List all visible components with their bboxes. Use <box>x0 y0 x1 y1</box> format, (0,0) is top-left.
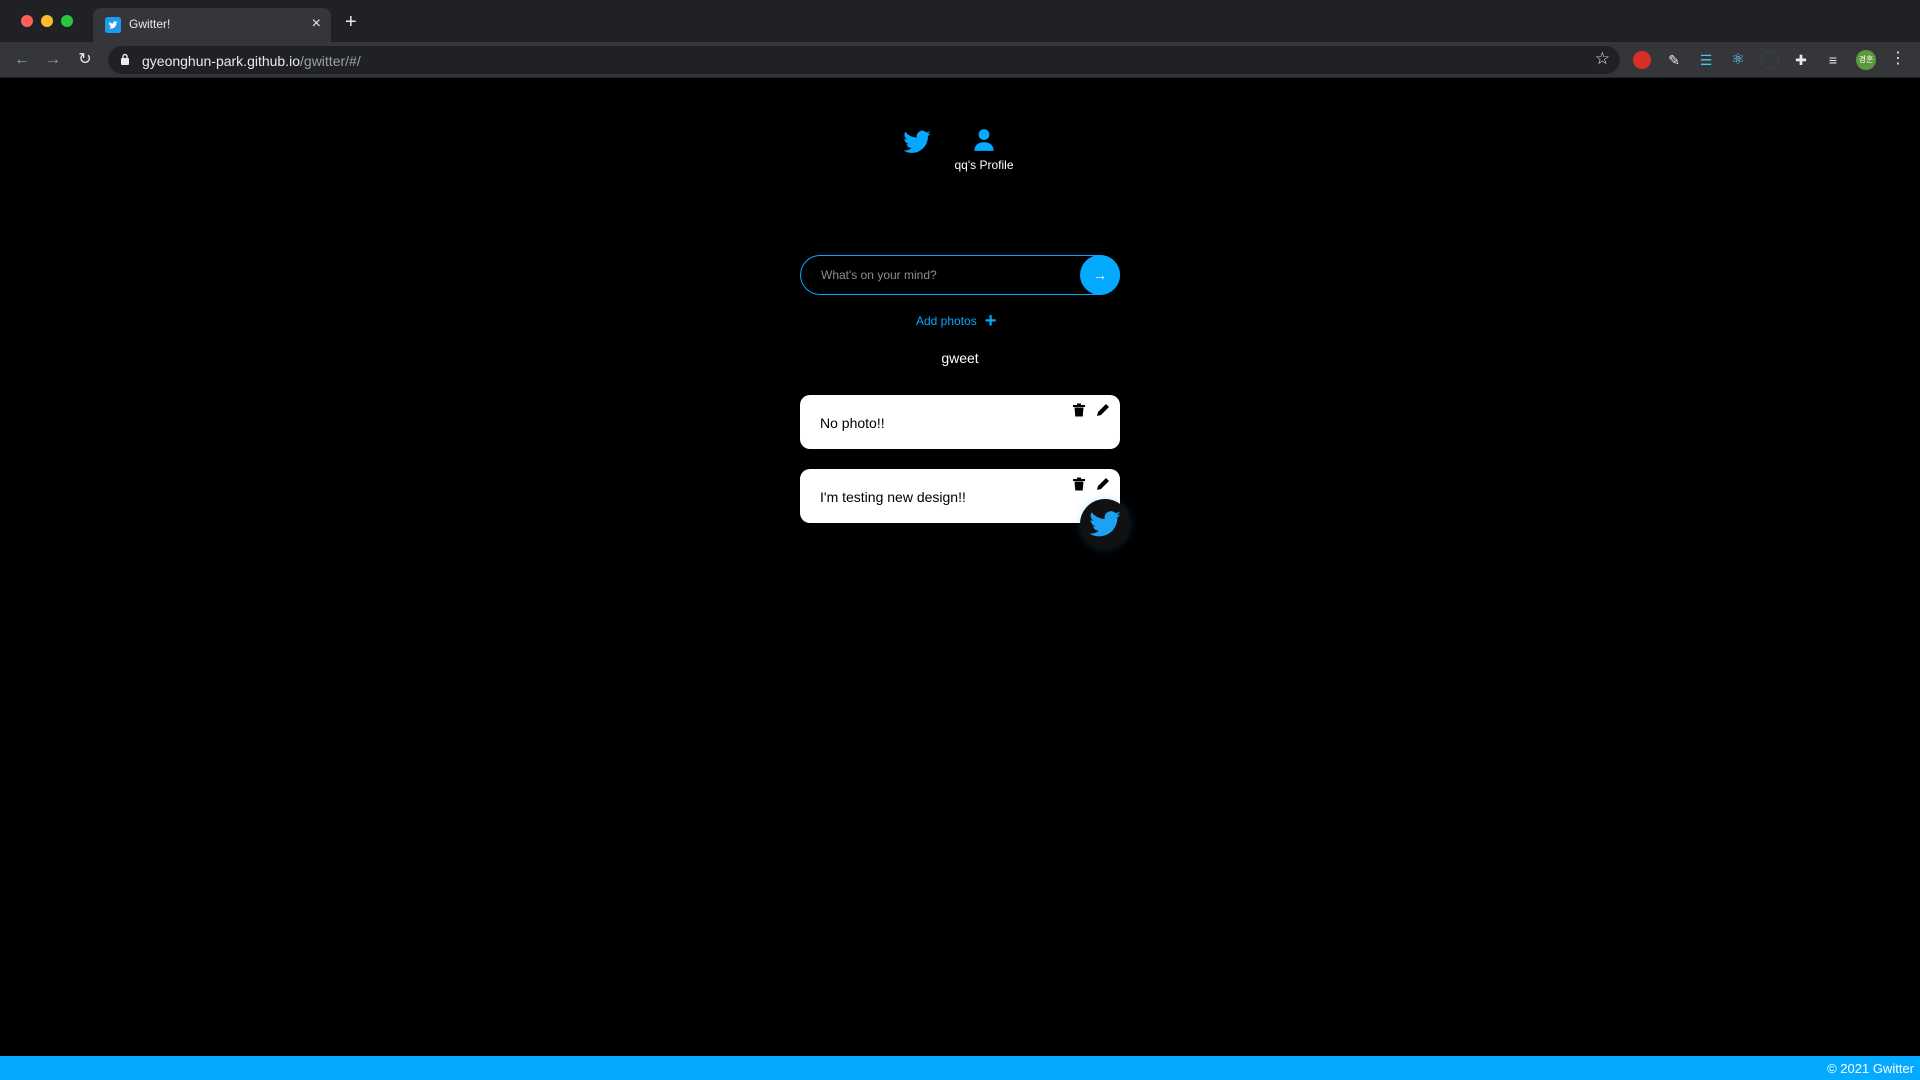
lock-icon <box>121 53 129 65</box>
extension-picker-icon[interactable]: ✎ <box>1665 51 1683 69</box>
reload-button[interactable]: ↻ <box>74 49 96 71</box>
browser-profile-avatar[interactable]: 경훈 <box>1856 50 1876 70</box>
url-path: /gwitter/#/ <box>300 53 361 69</box>
extension-filter-icon[interactable]: ☰ <box>1697 51 1715 69</box>
gweet-actions <box>1072 403 1110 417</box>
footer: © 2021 Gwitter <box>0 1056 1920 1080</box>
gweet-text: I'm testing new design!! <box>820 489 966 505</box>
back-button[interactable]: ← <box>11 49 33 71</box>
twitter-icon[interactable] <box>902 127 932 157</box>
gweet-card: No photo!! <box>800 395 1120 449</box>
submit-gweet-button[interactable]: → <box>1080 255 1120 295</box>
extension-adblock-icon[interactable] <box>1633 51 1651 69</box>
twitter-favicon-icon <box>105 17 121 33</box>
gweet-card: I'm testing new design!! <box>800 469 1130 549</box>
footer-copyright: © 2021 Gwitter <box>1827 1061 1914 1076</box>
close-window-button[interactable] <box>21 15 33 27</box>
address-bar[interactable]: gyeonghun-park.github.io/gwitter/#/ ☆ <box>108 46 1620 74</box>
nav-profile-link[interactable]: qq's Profile <box>940 127 1028 172</box>
browser-menu-icon[interactable]: ⋮ <box>1890 49 1906 69</box>
add-photos-button[interactable]: Add photos + <box>916 310 997 332</box>
url-text: gyeonghun-park.github.io/gwitter/#/ <box>142 53 361 69</box>
extensions-puzzle-icon[interactable]: ✚ <box>1792 51 1810 69</box>
forward-button[interactable]: → <box>42 49 64 71</box>
gweet-composer: → <box>800 255 1120 295</box>
new-tab-button[interactable]: + <box>345 12 357 32</box>
maximize-window-button[interactable] <box>61 15 73 27</box>
app-page: qq's Profile → Add photos + gweet No pho… <box>0 79 1920 1056</box>
tab-close-button[interactable]: × <box>312 15 321 33</box>
browser-tab-strip: Gwitter! × + <box>0 0 1920 42</box>
url-host: gyeonghun-park.github.io <box>142 53 301 69</box>
gweet-actions <box>1072 477 1110 491</box>
gweet-photo <box>1080 499 1130 549</box>
user-icon <box>974 129 994 151</box>
gweet-text: No photo!! <box>820 415 885 431</box>
trash-icon[interactable] <box>1072 477 1086 491</box>
profile-label: qq's Profile <box>954 158 1014 172</box>
trash-icon[interactable] <box>1072 403 1086 417</box>
twitter-photo-icon <box>1089 511 1121 537</box>
app-navigation: qq's Profile <box>0 127 1920 187</box>
tab-title: Gwitter! <box>129 17 171 31</box>
reading-list-icon[interactable]: ≡ <box>1824 51 1842 69</box>
arrow-right-icon: → <box>1093 267 1107 283</box>
pencil-icon[interactable] <box>1096 403 1110 417</box>
gweet-button[interactable]: gweet <box>0 350 1920 366</box>
extension-circle-icon[interactable] <box>1761 51 1779 69</box>
browser-tab[interactable]: Gwitter! × <box>93 8 331 42</box>
add-photos-label: Add photos <box>916 314 977 328</box>
pencil-icon[interactable] <box>1096 477 1110 491</box>
bookmark-star-icon[interactable]: ☆ <box>1595 49 1610 69</box>
extension-react-icon[interactable]: ⚛ <box>1729 51 1747 69</box>
plus-icon: + <box>984 310 997 332</box>
gweet-input[interactable] <box>821 268 1061 282</box>
minimize-window-button[interactable] <box>41 15 53 27</box>
browser-toolbar: ← → ↻ gyeonghun-park.github.io/gwitter/#… <box>0 42 1920 78</box>
